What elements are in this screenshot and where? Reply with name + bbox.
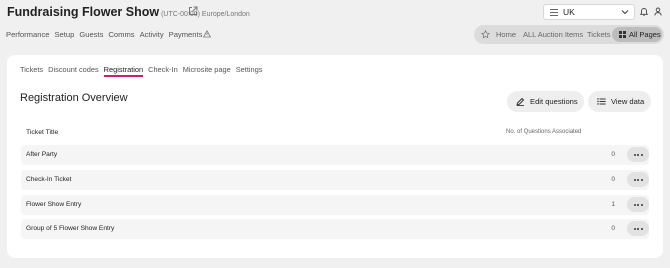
view-data-button[interactable]: View data — [588, 91, 651, 112]
column-header-question-count: No. of Questions Associated — [506, 129, 582, 135]
event-title: Fundraising Flower Show (UTC-00:00) Europ… — [7, 5, 250, 19]
nav-payments-label: Payments — [168, 30, 203, 39]
user-icon[interactable] — [654, 7, 662, 16]
question-count: 0 — [611, 151, 615, 158]
nav-activity[interactable]: Activity — [140, 30, 164, 39]
tab-discount-codes[interactable]: Discount codes — [48, 65, 99, 77]
tab-microsite-page[interactable]: Microsite page — [183, 65, 231, 77]
nav-setup[interactable]: Setup — [54, 30, 74, 39]
more-options-button[interactable] — [627, 172, 649, 187]
table-row: Check-In Ticket 0 — [21, 170, 649, 190]
question-count: 0 — [611, 176, 615, 183]
ticket-title: Flower Show Entry — [26, 201, 82, 208]
quick-nav-auction-items[interactable]: ALL Auction Items — [523, 30, 583, 39]
table-row: Group of 5 Flower Show Entry 0 — [21, 219, 649, 239]
table-row: Flower Show Entry 1 — [21, 195, 649, 215]
event-title-text: Fundraising Flower Show — [7, 5, 160, 19]
tab-settings[interactable]: Settings — [236, 65, 263, 77]
more-options-button[interactable] — [627, 197, 649, 212]
bell-icon[interactable] — [640, 7, 648, 16]
list-icon — [597, 98, 606, 105]
tab-registration[interactable]: Registration — [103, 65, 144, 77]
question-count: 0 — [611, 225, 615, 232]
nav-performance[interactable]: Performance — [6, 30, 49, 39]
main-nav: Performance Setup Guests Comms Activity … — [6, 30, 212, 39]
quick-nav-tickets[interactable]: Tickets — [587, 30, 610, 39]
grid-icon — [619, 31, 626, 38]
quick-nav-all-pages-label: All Pages — [629, 30, 661, 39]
warning-icon — [203, 30, 212, 38]
ticket-title: Check-In Ticket — [26, 176, 72, 183]
edit-questions-label: Edit questions — [530, 97, 578, 106]
more-options-button[interactable] — [627, 147, 649, 162]
nav-guests[interactable]: Guests — [79, 30, 103, 39]
ticket-title: Group of 5 Flower Show Entry — [26, 225, 115, 232]
external-link-icon[interactable] — [188, 6, 198, 16]
sub-tabs: Tickets Discount codes Registration Chec… — [20, 65, 262, 77]
top-bar: Fundraising Flower Show (UTC-00:00) Europ… — [0, 0, 670, 24]
page-title: Registration Overview — [20, 92, 128, 104]
region-select[interactable]: UK — [543, 4, 635, 20]
table-row: After Party 0 — [21, 145, 649, 165]
view-data-label: View data — [611, 97, 645, 106]
chevron-down-icon — [621, 10, 629, 15]
question-count: 1 — [611, 201, 615, 208]
more-options-button[interactable] — [627, 221, 649, 236]
region-value: UK — [563, 7, 575, 17]
content-card: Tickets Discount codes Registration Chec… — [7, 55, 663, 258]
nav-payments[interactable]: Payments — [169, 30, 212, 39]
tab-tickets[interactable]: Tickets — [20, 65, 43, 77]
list-icon — [550, 9, 558, 16]
tab-check-in[interactable]: Check-In — [148, 65, 178, 77]
quick-nav: Home ALL Auction Items Tickets All Pages — [474, 25, 664, 44]
quick-nav-all-pages[interactable]: All Pages — [612, 27, 662, 42]
timezone-label: (UTC-00:00) Europe/London — [161, 11, 250, 18]
column-header-ticket-title: Ticket Title — [26, 129, 59, 136]
ticket-title: After Party — [26, 151, 58, 158]
star-icon[interactable] — [481, 30, 490, 39]
quick-nav-home[interactable]: Home — [496, 30, 516, 39]
edit-questions-button[interactable]: Edit questions — [507, 91, 584, 112]
nav-comms[interactable]: Comms — [108, 30, 134, 39]
pencil-icon — [516, 97, 525, 106]
